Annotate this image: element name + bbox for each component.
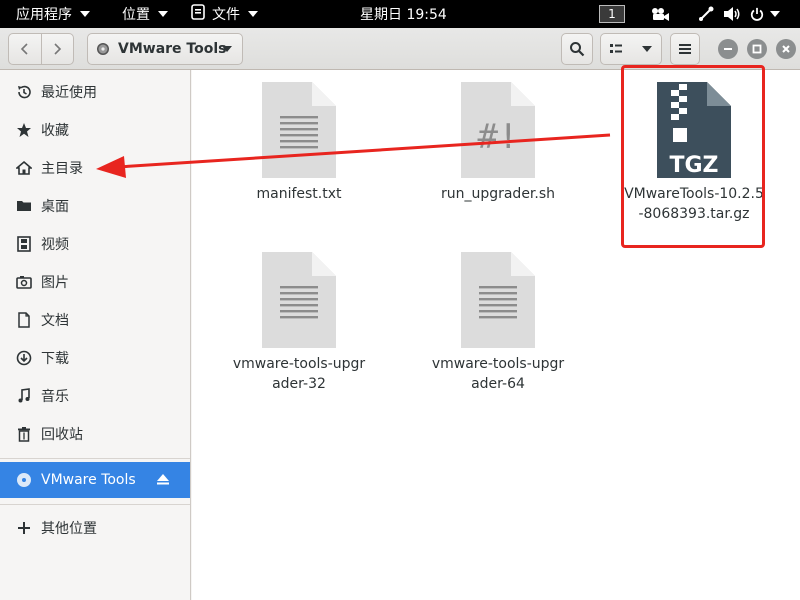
sidebar-item-label: 回收站	[41, 427, 83, 443]
path-bar-label: VMware Tools	[118, 41, 227, 57]
file-item[interactable]: vmware-tools-upgrader-64	[428, 252, 568, 394]
folder-icon	[16, 198, 32, 214]
workspace-indicator[interactable]: 1	[599, 5, 625, 23]
sidebar-item-other-locations[interactable]: 其他位置	[0, 510, 190, 546]
chevron-down-icon	[80, 11, 90, 17]
view-options-button[interactable]	[600, 33, 662, 65]
close-icon	[782, 45, 790, 53]
sidebar-item-pictures[interactable]: 图片	[0, 264, 190, 300]
sidebar-item-recent[interactable]: 最近使用	[0, 74, 190, 110]
chevron-down-icon	[222, 46, 232, 52]
sidebar-item-home[interactable]: 主目录	[0, 150, 190, 186]
navigation-buttons	[8, 33, 74, 65]
download-icon	[16, 350, 32, 366]
file-name: manifest.txt	[256, 186, 342, 202]
file-name: run_upgrader.sh	[440, 186, 556, 202]
sidebar-item-label: 音乐	[41, 389, 69, 405]
chevron-down-icon	[642, 46, 652, 52]
sidebar: 最近使用 收藏 主目录 桌面 视频 图片 文档 下载 音乐 回收站 VMware…	[0, 70, 191, 600]
top-bar: 应用程序 位置 文件 星期日 19:54 1	[0, 0, 800, 28]
sidebar-item-label: 下载	[41, 351, 69, 367]
back-button[interactable]	[9, 34, 42, 64]
network-icon[interactable]	[694, 0, 718, 28]
chevron-down-icon	[770, 11, 780, 17]
script-glyph: #!	[478, 117, 519, 157]
sidebar-item-label: 视频	[41, 237, 69, 253]
sidebar-item-label: 其他位置	[41, 521, 97, 537]
files-menu-label: 文件	[212, 7, 240, 23]
sidebar-item-videos[interactable]: 视频	[0, 226, 190, 262]
close-button[interactable]	[776, 39, 796, 59]
power-icon	[750, 7, 764, 21]
back-icon	[20, 43, 28, 55]
file-item[interactable]: manifest.txt	[229, 82, 369, 204]
file-item[interactable]: #! run_upgrader.sh	[428, 82, 568, 204]
minimize-icon	[724, 48, 732, 50]
forward-button[interactable]	[42, 34, 74, 64]
file-name: vmware-tools-upgrader-64	[431, 356, 565, 392]
music-icon	[16, 388, 32, 404]
eject-icon[interactable]	[156, 472, 170, 490]
sidebar-item-label: 图片	[41, 275, 69, 291]
sidebar-item-desktop[interactable]: 桌面	[0, 188, 190, 224]
sidebar-item-label: 最近使用	[41, 85, 97, 101]
applications-menu[interactable]: 应用程序	[16, 0, 90, 28]
sidebar-item-music[interactable]: 音乐	[0, 378, 190, 414]
sidebar-item-documents[interactable]: 文档	[0, 302, 190, 338]
star-icon	[16, 122, 32, 138]
text-file-icon	[461, 252, 535, 348]
forward-icon	[54, 43, 62, 55]
menu-icon	[679, 44, 691, 54]
sidebar-divider	[0, 458, 190, 459]
maximize-button[interactable]	[747, 39, 767, 59]
home-icon	[16, 160, 32, 176]
camera-icon	[16, 274, 32, 290]
volume-icon[interactable]	[720, 0, 744, 28]
document-icon	[16, 312, 32, 328]
sidebar-item-label: 桌面	[41, 199, 69, 215]
sidebar-divider	[0, 504, 190, 505]
clock-icon	[16, 84, 32, 100]
minimize-button[interactable]	[718, 39, 738, 59]
text-file-icon	[262, 252, 336, 348]
places-menu[interactable]: 位置	[122, 0, 168, 28]
trash-icon	[16, 426, 32, 442]
sidebar-item-label: 主目录	[41, 161, 83, 177]
film-icon	[16, 236, 32, 252]
search-icon	[570, 42, 585, 57]
sidebar-item-label: 文档	[41, 313, 69, 329]
text-file-icon	[262, 82, 336, 178]
view-list-icon	[610, 44, 622, 53]
disc-icon	[16, 472, 32, 488]
main-menu-button[interactable]	[670, 33, 700, 65]
header-bar: VMware Tools	[0, 28, 800, 70]
file-item[interactable]: vmware-tools-upgrader-32	[229, 252, 369, 394]
file-name: vmware-tools-upgrader-32	[232, 356, 366, 392]
sidebar-item-vmware-tools[interactable]: VMware Tools	[0, 462, 190, 498]
clock[interactable]: 星期日 19:54	[360, 0, 447, 28]
disc-icon	[97, 43, 109, 55]
maximize-icon	[752, 44, 762, 54]
script-file-icon: #!	[461, 82, 535, 178]
chevron-down-icon	[158, 11, 168, 17]
places-menu-label: 位置	[122, 7, 150, 23]
sidebar-item-trash[interactable]: 回收站	[0, 416, 190, 452]
applications-menu-label: 应用程序	[16, 7, 72, 23]
video-camera-icon[interactable]	[648, 0, 672, 28]
search-button[interactable]	[561, 33, 593, 65]
sidebar-item-downloads[interactable]: 下载	[0, 340, 190, 376]
file-view: manifest.txt #! run_upgrader.sh TGZ VMwa…	[192, 65, 800, 600]
files-menu[interactable]: 文件	[190, 0, 258, 28]
chevron-down-icon	[248, 11, 258, 17]
sidebar-item-label: VMware Tools	[41, 472, 136, 488]
sidebar-item-starred[interactable]: 收藏	[0, 112, 190, 148]
power-menu[interactable]	[750, 0, 780, 28]
plus-icon	[16, 520, 32, 536]
sidebar-item-label: 收藏	[41, 123, 69, 139]
files-app-icon	[190, 4, 206, 24]
annotation-highlight-box	[621, 65, 765, 248]
path-bar-button[interactable]: VMware Tools	[87, 33, 243, 65]
